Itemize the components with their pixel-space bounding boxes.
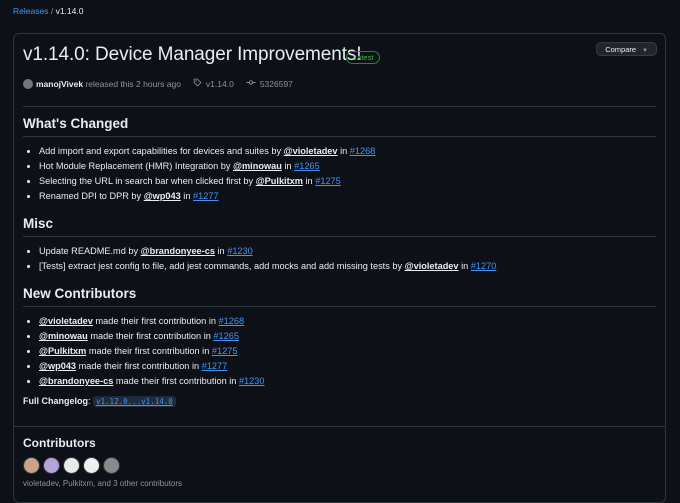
section-whats-changed-title: What's Changed xyxy=(23,116,129,131)
triangle-down-icon: ▼ xyxy=(642,48,648,54)
item-text: in xyxy=(458,261,471,271)
commit-icon xyxy=(246,78,256,89)
list-item: @brandonyee-cs made their first contribu… xyxy=(39,374,265,389)
list-item: [Tests] extract jest config to file, add… xyxy=(39,259,496,274)
breadcrumb-separator: / xyxy=(50,6,54,16)
list-item: @violetadev made their first contributio… xyxy=(39,314,265,329)
release-card: v1.14.0: Device Manager Improvements! La… xyxy=(13,33,666,503)
breadcrumb: Releases / v1.14.0 xyxy=(13,6,83,16)
whats-changed-list: Add import and export capabilities for d… xyxy=(23,144,375,204)
pr-link[interactable]: #1275 xyxy=(315,176,341,186)
item-text: made their first contribution in xyxy=(87,331,214,341)
user-link[interactable]: @Pulkitxm xyxy=(39,346,86,356)
user-link[interactable]: @brandonyee-cs xyxy=(141,246,215,256)
changelog-label: Full Changelog xyxy=(23,396,88,406)
user-link[interactable]: @violetadev xyxy=(405,261,459,271)
item-text: made their first contribution in xyxy=(76,361,202,371)
item-text: in xyxy=(214,246,228,256)
item-text: in xyxy=(337,146,350,156)
pr-link[interactable]: #1230 xyxy=(239,376,265,386)
user-link[interactable]: @wp043 xyxy=(39,361,76,371)
release-meta: manojVivek released this 2 hours ago v1.… xyxy=(23,78,293,89)
tag-link[interactable]: v1.14.0 xyxy=(206,79,234,89)
author-avatar[interactable] xyxy=(23,78,33,89)
latest-badge: Latest xyxy=(346,51,381,64)
list-item: Update README.md by @brandonyee-cs in #1… xyxy=(39,244,496,259)
item-text: made their first contribution in xyxy=(92,316,219,326)
pr-link[interactable]: #1270 xyxy=(471,261,497,271)
compare-button[interactable]: Compare ▼ xyxy=(596,42,657,56)
contributor-avatar[interactable] xyxy=(23,457,40,474)
tag-icon xyxy=(193,78,202,89)
new-contributors-list: @violetadev made their first contributio… xyxy=(23,314,265,389)
section-new-contributors-title: New Contributors xyxy=(23,286,137,301)
pr-link[interactable]: #1268 xyxy=(350,146,376,156)
item-text: Selecting the URL in search bar when cli… xyxy=(39,176,256,186)
list-item: @Pulkitxm made their first contribution … xyxy=(39,344,265,359)
item-text: Hot Module Replacement (HMR) Integration… xyxy=(39,161,234,171)
section-misc-title: Misc xyxy=(23,216,54,231)
list-item: @wp043 made their first contribution in … xyxy=(39,359,265,374)
divider xyxy=(14,426,665,427)
pr-link[interactable]: #1230 xyxy=(227,246,253,256)
user-link[interactable]: @minowau xyxy=(39,331,88,341)
list-item: Add import and export capabilities for d… xyxy=(39,144,375,159)
user-link[interactable]: @brandonyee-cs xyxy=(39,376,113,386)
release-title[interactable]: v1.14.0: Device Manager Improvements! xyxy=(23,44,362,66)
breadcrumb-current: v1.14.0 xyxy=(55,6,84,16)
item-text: [Tests] extract jest config to file, add… xyxy=(39,261,405,271)
user-link[interactable]: @violetadev xyxy=(284,146,338,156)
item-text: Add import and export capabilities for d… xyxy=(39,146,284,156)
divider xyxy=(23,306,656,307)
contributor-avatar[interactable] xyxy=(103,457,120,474)
contributor-avatar[interactable] xyxy=(43,457,60,474)
item-text: made their first contribution in xyxy=(86,346,212,356)
pr-link[interactable]: #1268 xyxy=(219,316,245,326)
pr-link[interactable]: #1265 xyxy=(294,161,320,171)
user-link[interactable]: @minowau xyxy=(233,161,282,171)
full-changelog: Full Changelog: v1.12.0...v1.14.0 xyxy=(23,396,176,407)
pr-link[interactable]: #1277 xyxy=(202,361,228,371)
item-text: in xyxy=(281,161,295,171)
item-text: Update README.md by xyxy=(39,246,141,256)
user-link[interactable]: @Pulkitxm xyxy=(256,176,303,186)
item-text: in xyxy=(302,176,316,186)
divider xyxy=(23,106,656,107)
item-text: in xyxy=(180,191,193,201)
contributor-avatar[interactable] xyxy=(63,457,80,474)
contributors-title: Contributors xyxy=(23,436,96,450)
misc-list: Update README.md by @brandonyee-cs in #1… xyxy=(23,244,496,274)
divider xyxy=(23,236,656,237)
author-link[interactable]: manojVivek xyxy=(36,79,83,89)
user-link[interactable]: @violetadev xyxy=(39,316,93,326)
list-item: Renamed DPI to DPR by @wp043 in #1277 xyxy=(39,189,375,204)
item-text: Renamed DPI to DPR by xyxy=(39,191,144,201)
list-item: Selecting the URL in search bar when cli… xyxy=(39,174,375,189)
list-item: Hot Module Replacement (HMR) Integration… xyxy=(39,159,375,174)
released-text: released this 2 hours ago xyxy=(85,78,181,89)
pr-link[interactable]: #1265 xyxy=(213,331,239,341)
user-link[interactable]: @wp043 xyxy=(144,191,181,201)
pr-link[interactable]: #1275 xyxy=(212,346,238,356)
changelog-range-link[interactable]: v1.12.0...v1.14.0 xyxy=(93,396,176,407)
contributor-avatar[interactable] xyxy=(83,457,100,474)
breadcrumb-releases-link[interactable]: Releases xyxy=(13,6,48,16)
divider xyxy=(23,136,656,137)
pr-link[interactable]: #1277 xyxy=(193,191,219,201)
list-item: @minowau made their first contribution i… xyxy=(39,329,265,344)
compare-label: Compare xyxy=(605,45,637,54)
contributor-names: violetadev, Pulkitxm, and 3 other contri… xyxy=(23,479,183,488)
item-text: made their first contribution in xyxy=(113,376,239,386)
contributor-avatars xyxy=(23,457,120,474)
commit-link[interactable]: 5326597 xyxy=(260,79,293,89)
